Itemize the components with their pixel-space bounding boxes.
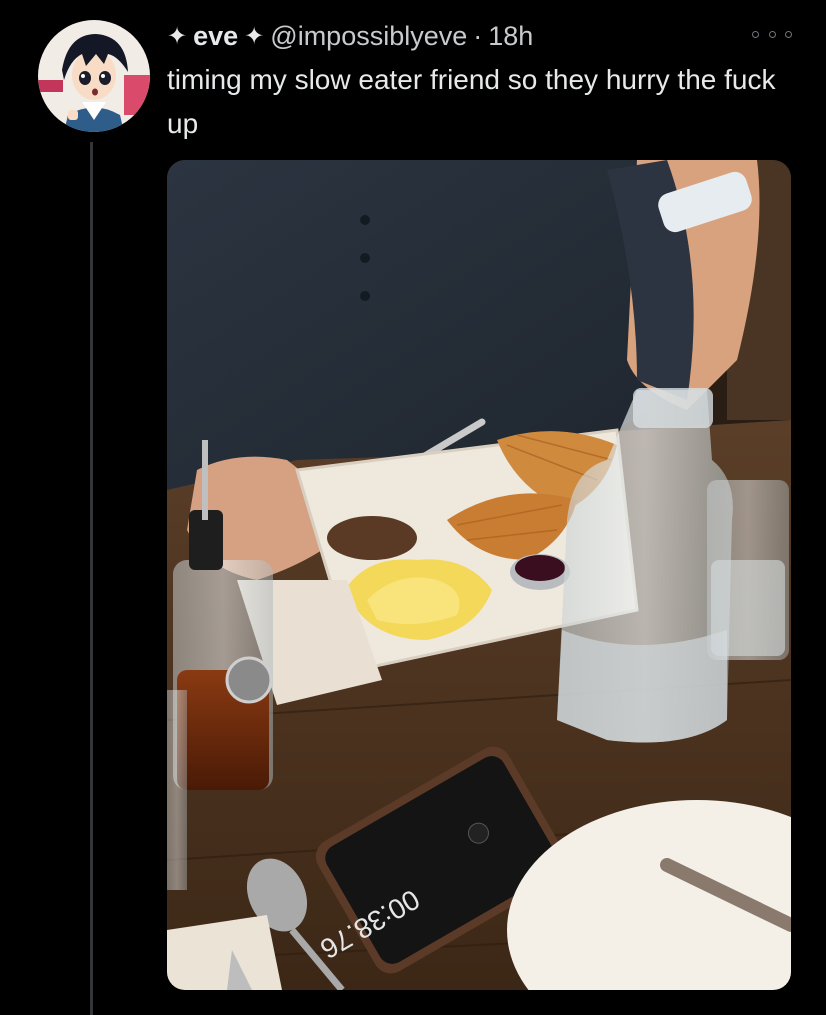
- tweet-media-image[interactable]: 00:38.76: [167, 160, 791, 990]
- star-icon: ✦: [167, 22, 188, 50]
- avatar-image: [38, 20, 150, 132]
- tweet-text: timing my slow eater friend so they hurr…: [167, 64, 776, 139]
- user-handle[interactable]: @impossiblyeve: [270, 21, 467, 52]
- more-options-icon[interactable]: [752, 24, 792, 44]
- breakfast-photo: 00:38.76: [167, 160, 791, 990]
- separator-dot: ·: [473, 20, 483, 51]
- thread-line: [90, 142, 93, 1015]
- tweet-header: ✦ eve ✦ @impossiblyeve · 18h: [167, 18, 533, 54]
- star-icon: ✦: [244, 22, 265, 50]
- timestamp[interactable]: 18h: [488, 21, 533, 52]
- avatar[interactable]: [38, 20, 150, 132]
- display-name[interactable]: eve: [193, 21, 238, 52]
